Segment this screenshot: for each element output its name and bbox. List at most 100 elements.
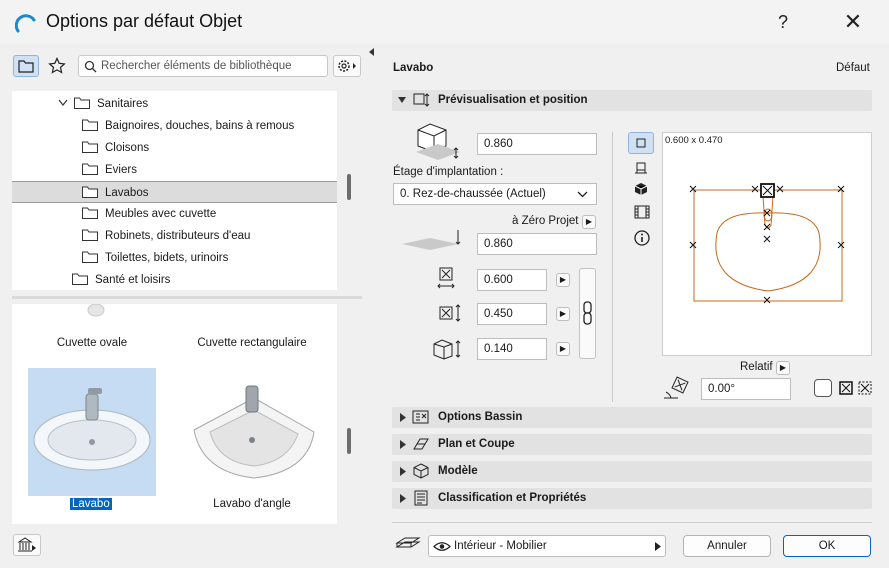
3d-view-icon[interactable] xyxy=(634,182,648,196)
classification-icon xyxy=(414,490,428,506)
cuvette-ovale-thumbnail xyxy=(87,304,105,317)
search-placeholder: Rechercher éléments de bibliothèque xyxy=(101,60,292,72)
section-title: Modèle xyxy=(438,465,478,477)
gear-icon xyxy=(338,60,356,72)
layer-icon xyxy=(395,537,421,548)
chevron-right-icon xyxy=(400,494,406,503)
preview-2d-button[interactable] xyxy=(628,132,654,154)
folder-icon xyxy=(82,229,98,241)
lavabo-angle-image xyxy=(193,385,315,479)
section-modele[interactable]: Modèle xyxy=(392,461,872,482)
base-elevation-icon xyxy=(402,230,461,250)
relative-label: Relatif xyxy=(740,361,773,373)
film-strip-icon[interactable] xyxy=(634,205,650,219)
story-label: Étage d'implantation : xyxy=(393,166,504,178)
close-button[interactable]: ✕ xyxy=(834,6,872,38)
tree-item-sante-loisirs[interactable]: Santé et loisirs xyxy=(12,269,337,291)
mirror-checkbox[interactable] xyxy=(814,379,832,397)
pane-splitter[interactable] xyxy=(12,296,362,299)
folder-icon xyxy=(82,186,98,198)
thumbnail-label: Lavabo d'angle xyxy=(213,498,291,510)
folder-icon xyxy=(82,207,98,219)
tree-item-toilettes[interactable]: Toilettes, bidets, urinoirs xyxy=(12,247,337,269)
tree-item-label: Lavabos xyxy=(105,187,149,199)
tree-item-label: Robinets, distributeurs d'eau xyxy=(105,230,251,242)
reference-label: à Zéro Projet xyxy=(512,215,579,227)
footer-divider xyxy=(392,522,872,523)
layer-select-value: Intérieur - Mobilier xyxy=(454,540,547,552)
library-thumbnail-gallery: Cuvette ovale Cuvette rectangulaire Lava… xyxy=(12,304,337,524)
thumbnail-label: Cuvette rectangulaire xyxy=(197,337,307,349)
collapse-pane-icon[interactable] xyxy=(369,48,375,56)
archicad-app-icon xyxy=(15,14,36,33)
height-field[interactable]: 0.140 xyxy=(477,338,547,360)
tree-item-meubles[interactable]: Meubles avec cuvette xyxy=(12,203,337,225)
tree-item-eviers[interactable]: Eviers xyxy=(12,159,337,181)
width-menu-button[interactable]: ▶ xyxy=(556,273,570,287)
options-bassin-icon xyxy=(412,410,429,424)
top-elevation-field[interactable]: 0.860 xyxy=(477,133,597,155)
tree-item-robinets[interactable]: Robinets, distributeurs d'eau xyxy=(12,225,337,247)
cancel-button[interactable]: Annuler xyxy=(683,535,771,557)
rotation-angle-field[interactable]: 0.00° xyxy=(701,378,791,400)
plan-preview: 0.600 x 0.470 xyxy=(662,132,872,356)
depth-field[interactable]: 0.450 xyxy=(477,303,547,325)
folder-view-button[interactable] xyxy=(13,55,39,77)
tree-scrollbar[interactable] xyxy=(347,174,351,200)
width-icon xyxy=(437,267,455,289)
ok-button[interactable]: OK xyxy=(783,535,871,557)
width-field[interactable]: 0.600 xyxy=(477,269,547,291)
story-select-value: 0. Rez-de-chaussée (Actuel) xyxy=(400,188,546,200)
rotation-angle-icon xyxy=(664,376,689,399)
chevron-right-icon xyxy=(400,413,406,422)
layer-select[interactable]: Intérieur - Mobilier xyxy=(428,535,666,557)
thumbnail-label-selected: Lavabo xyxy=(70,498,112,510)
chevron-down-icon[interactable] xyxy=(58,99,68,107)
info-icon[interactable] xyxy=(634,230,650,246)
section-title: Prévisualisation et position xyxy=(438,94,588,106)
relative-menu-button[interactable]: ▶ xyxy=(776,361,790,375)
lavabo-image xyxy=(33,388,151,471)
story-select[interactable]: 0. Rez-de-chaussée (Actuel) xyxy=(393,183,597,205)
reference-menu-button[interactable]: ▶ xyxy=(582,215,596,229)
folder-icon xyxy=(82,251,98,263)
favorites-button[interactable] xyxy=(44,55,70,77)
base-elevation-field[interactable]: 0.860 xyxy=(477,233,597,255)
gallery-scrollbar[interactable] xyxy=(347,428,351,454)
tree-item-lavabos[interactable]: Lavabos xyxy=(12,181,337,203)
tree-item-sanitaires[interactable]: Sanitaires xyxy=(12,93,337,115)
thumbnail-lavabo-angle[interactable] xyxy=(188,376,318,496)
chevron-right-icon xyxy=(655,542,661,551)
tree-item-cloisons[interactable]: Cloisons xyxy=(12,137,337,159)
section-view-icon[interactable] xyxy=(634,161,648,175)
search-icon xyxy=(84,60,97,73)
section-preview-position[interactable]: Prévisualisation et position xyxy=(392,90,872,111)
section-plan-coupe[interactable]: Plan et Coupe xyxy=(392,434,872,455)
library-manager-button[interactable] xyxy=(13,534,41,556)
tree-item-label: Baignoires, douches, bains à remous xyxy=(105,120,295,132)
size-link-toggle[interactable] xyxy=(579,268,596,359)
section-title: Plan et Coupe xyxy=(438,438,515,450)
tree-item-baignoires[interactable]: Baignoires, douches, bains à remous xyxy=(12,115,337,137)
library-search-input[interactable]: Rechercher éléments de bibliothèque xyxy=(78,55,328,77)
chevron-down-icon xyxy=(577,191,588,198)
depth-menu-button[interactable]: ▶ xyxy=(556,307,570,321)
star-icon xyxy=(48,57,66,74)
library-settings-button[interactable] xyxy=(333,55,361,77)
lavabo-plan-drawing xyxy=(689,183,845,304)
object-name: Lavabo xyxy=(393,62,434,74)
section-options-bassin[interactable]: Options Bassin xyxy=(392,407,872,428)
mirror-dashed-icon[interactable] xyxy=(858,381,872,395)
section-classification[interactable]: Classification et Propriétés xyxy=(392,488,872,509)
section-title: Options Bassin xyxy=(438,411,523,423)
mirror-icon[interactable] xyxy=(839,381,853,395)
tree-item-label: Toilettes, bidets, urinoirs xyxy=(105,252,229,264)
folder-icon xyxy=(82,163,98,175)
help-button[interactable]: ? xyxy=(766,8,800,36)
folder-icon xyxy=(82,141,98,153)
top-elevation-icon xyxy=(416,123,460,160)
tree-item-label: Eviers xyxy=(105,164,137,176)
height-menu-button[interactable]: ▶ xyxy=(556,342,570,356)
folder-icon xyxy=(82,119,98,131)
thumbnail-lavabo[interactable] xyxy=(28,368,156,496)
